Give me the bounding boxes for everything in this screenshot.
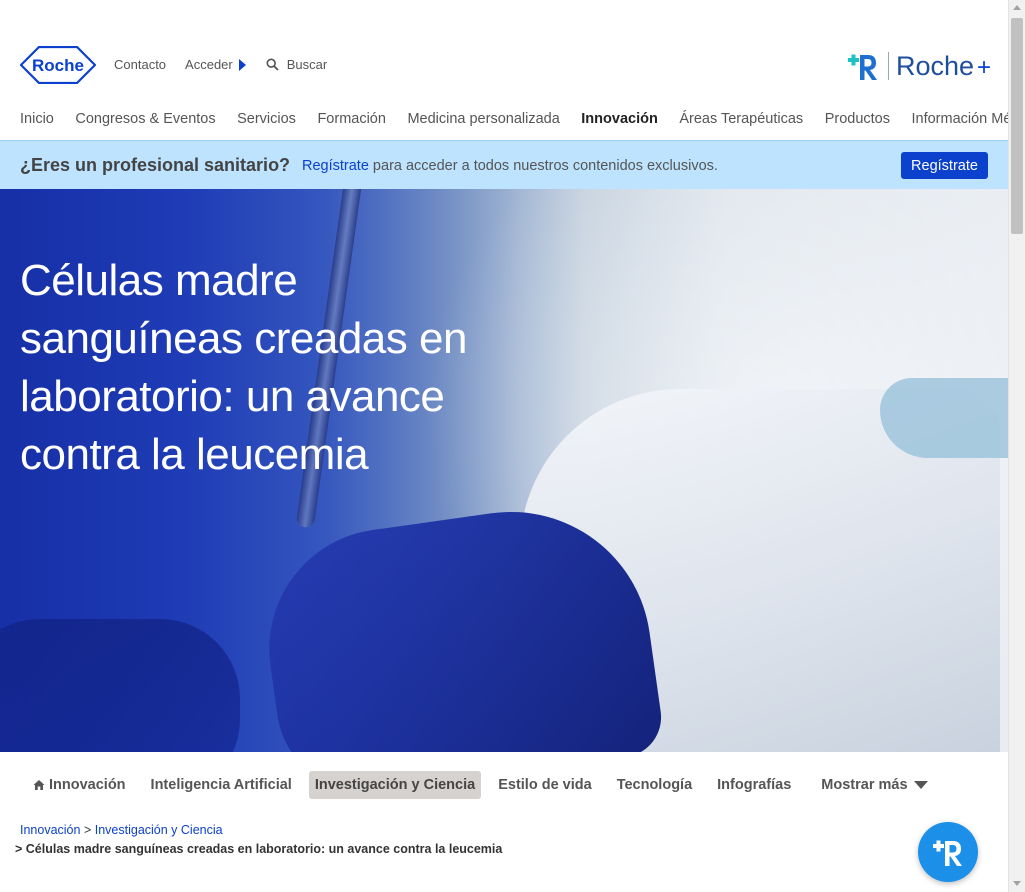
home-icon bbox=[33, 780, 45, 790]
banner-register-link[interactable]: Regístrate bbox=[302, 158, 369, 174]
tab-innovacion[interactable]: Innovación bbox=[33, 771, 126, 799]
search-icon bbox=[266, 58, 279, 71]
roche-logo[interactable]: Roche bbox=[20, 46, 96, 84]
roche-plus-divider bbox=[888, 52, 889, 80]
article-title: Células madre sanguíneas creadas en labo… bbox=[20, 256, 467, 479]
top-links: Contacto Acceder Buscar bbox=[114, 57, 327, 72]
show-more-label: Mostrar más bbox=[821, 777, 908, 793]
scroll-up-icon[interactable] bbox=[1013, 5, 1021, 10]
breadcrumb-innovacion[interactable]: Innovación bbox=[20, 823, 80, 837]
tab-tecnologia[interactable]: Tecnología bbox=[617, 771, 692, 799]
hero-image: Células madre sanguíneas creadas en labo… bbox=[0, 189, 1008, 752]
logo-text: Roche bbox=[32, 56, 84, 75]
breadcrumb-current: > Células madre sanguíneas creadas en la… bbox=[15, 842, 503, 856]
banner-question: ¿Eres un profesional sanitario? bbox=[20, 155, 291, 175]
nav-item-innovacion[interactable]: Innovación bbox=[581, 111, 658, 127]
main-nav: Inicio Congresos & Eventos Servicios For… bbox=[20, 111, 1025, 127]
banner-text: Regístrate para acceder a todos nuestros… bbox=[302, 158, 718, 174]
site-header: Roche Contacto Acceder Buscar Roche + Ini… bbox=[0, 0, 1025, 140]
register-banner: ¿Eres un profesional sanitario? Regístra… bbox=[0, 140, 1008, 189]
login-label: Acceder bbox=[185, 57, 233, 72]
roche-plus-float-button[interactable] bbox=[918, 822, 978, 882]
breadcrumb-investigacion[interactable]: Investigación y Ciencia bbox=[95, 823, 223, 837]
section-tabs: Innovación Inteligencia Artificial Inves… bbox=[33, 771, 953, 799]
roche-plus-icon bbox=[848, 54, 877, 80]
register-button[interactable]: Regístrate bbox=[901, 152, 988, 179]
tab-inteligencia-artificial[interactable]: Inteligencia Artificial bbox=[151, 771, 292, 799]
breadcrumb-separator: > bbox=[83, 823, 92, 837]
scrollbar-thumb[interactable] bbox=[1011, 18, 1023, 234]
nav-item-congresos[interactable]: Congresos & Eventos bbox=[75, 111, 215, 127]
nav-item-inicio[interactable]: Inicio bbox=[20, 111, 54, 127]
tab-label: Innovación bbox=[49, 777, 126, 793]
scroll-down-icon[interactable] bbox=[1013, 881, 1021, 886]
roche-plus-text: Roche + bbox=[896, 51, 991, 82]
roche-plus-sign: + bbox=[977, 53, 992, 81]
nav-item-areas-terapeuticas[interactable]: Áreas Terapéuticas bbox=[679, 111, 803, 127]
show-more-button[interactable]: Mostrar más bbox=[821, 771, 928, 799]
tab-estilo-de-vida[interactable]: Estilo de vida bbox=[498, 771, 591, 799]
caret-right-icon bbox=[238, 58, 246, 71]
page-scrollbar[interactable] bbox=[1008, 0, 1025, 892]
search-label: Buscar bbox=[286, 57, 328, 72]
chevron-down-icon bbox=[913, 781, 928, 789]
nav-item-productos[interactable]: Productos bbox=[825, 111, 890, 127]
banner-description: para acceder a todos nuestros contenidos… bbox=[368, 158, 718, 174]
contact-link[interactable]: Contacto bbox=[114, 57, 166, 72]
hero-face-mask bbox=[880, 378, 1008, 458]
tab-infografias[interactable]: Infografías bbox=[717, 771, 791, 799]
nav-item-formacion[interactable]: Formación bbox=[317, 111, 386, 127]
nav-item-medicina-personalizada[interactable]: Medicina personalizada bbox=[407, 111, 559, 127]
login-link[interactable]: Acceder bbox=[185, 57, 246, 72]
search-trigger[interactable]: Buscar bbox=[266, 57, 327, 72]
tab-investigacion-ciencia[interactable]: Investigación y Ciencia bbox=[308, 771, 482, 799]
roche-plus-label: Roche bbox=[896, 50, 975, 81]
roche-plus-logo[interactable]: Roche + bbox=[846, 48, 991, 84]
breadcrumb: Innovación > Investigación y Ciencia bbox=[20, 823, 223, 837]
roche-plus-icon bbox=[933, 840, 962, 866]
nav-item-servicios[interactable]: Servicios bbox=[237, 111, 296, 127]
